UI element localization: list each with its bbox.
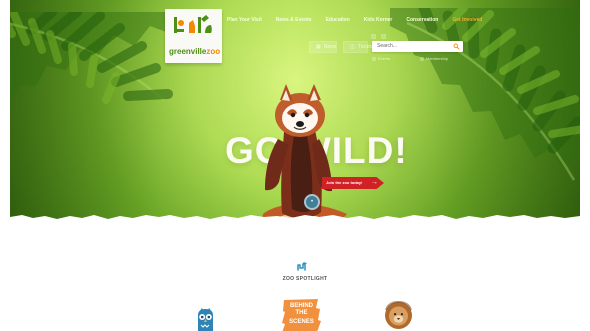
arrow-right-icon: → <box>371 179 378 186</box>
tickets-button[interactable]: ◫ Tickets <box>343 41 373 53</box>
nav-plan-your-visit[interactable]: Plan Your Visit <box>227 16 262 24</box>
quick-link-events-label: Events <box>378 56 391 61</box>
owl-icon[interactable] <box>194 307 217 331</box>
search-icon[interactable] <box>453 43 460 50</box>
join-the-zoo-button[interactable]: Join the zoo today! → <box>322 177 384 189</box>
quick-link-events[interactable]: Events <box>372 55 390 62</box>
nav-kids-korner[interactable]: Kids Korner <box>364 16 393 24</box>
search-box <box>372 41 463 52</box>
zoo-homepage: greenvillezoo Plan Your Visit News & Eve… <box>0 0 590 331</box>
giraffe-logo-icon <box>174 15 212 33</box>
palm-leaf-right <box>390 8 580 181</box>
torn-paper-edge <box>10 215 580 235</box>
logo-tagline <box>173 57 215 61</box>
lion-icon[interactable] <box>376 300 421 331</box>
join-the-zoo-label: Join the zoo today! <box>326 180 363 185</box>
news-button-label: News <box>323 44 337 50</box>
behind-line-two: THE <box>295 310 308 316</box>
nav-education[interactable]: Education <box>326 16 350 24</box>
social-icon-two[interactable] <box>381 34 386 39</box>
logo-card[interactable]: greenvillezoo <box>165 9 222 63</box>
nav-news-events[interactable]: News & Events <box>276 16 312 24</box>
social-icon-one[interactable] <box>371 34 376 39</box>
zoo-spotlight-label: ZOO SPOTLIGHT <box>282 276 328 282</box>
nav-conservation[interactable]: Conservation <box>406 16 438 24</box>
logo-wordmark-main: greenville <box>169 47 207 56</box>
hero-banner: greenvillezoo Plan Your Visit News & Eve… <box>10 0 580 232</box>
giraffe-icon <box>297 262 307 271</box>
logo-wordmark-accent: zoo <box>206 47 221 56</box>
membership-icon <box>420 56 424 61</box>
behind-the-scenes-card[interactable]: BEHIND THE SCENES <box>282 299 321 331</box>
newspaper-icon: ▦ <box>316 44 321 50</box>
ticket-icon: ◫ <box>350 44 355 50</box>
search-input[interactable] <box>372 41 452 52</box>
calendar-icon <box>372 56 376 61</box>
quick-link-membership[interactable]: Membership <box>420 55 448 62</box>
logo-wordmark: greenvillezoo <box>169 47 221 57</box>
main-navigation: Plan Your Visit News & Events Education … <box>227 14 482 26</box>
news-button[interactable]: ▦ News <box>309 41 337 53</box>
behind-line-three: SCENES <box>289 319 314 325</box>
behind-line-one: BEHIND <box>289 303 313 309</box>
nav-get-involved[interactable]: Get Involved <box>452 16 482 24</box>
quick-link-membership-label: Membership <box>426 56 449 61</box>
